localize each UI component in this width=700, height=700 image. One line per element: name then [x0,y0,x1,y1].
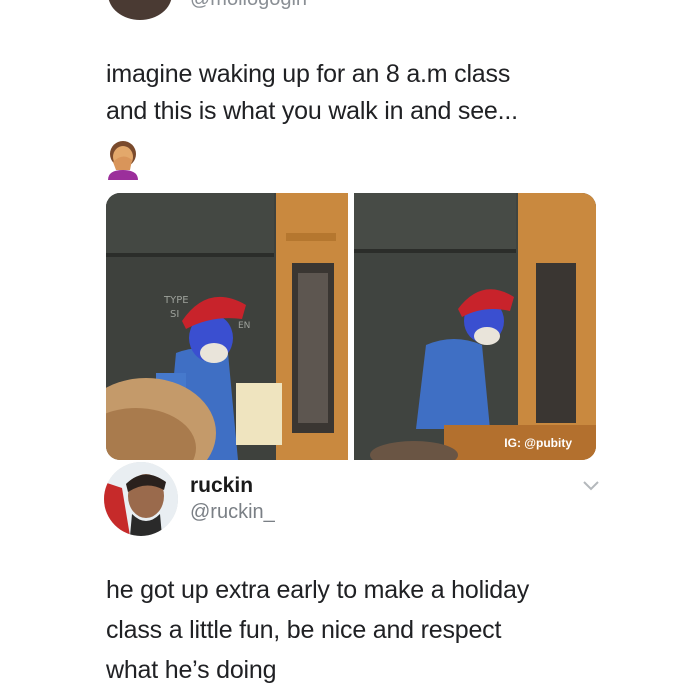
reply-line-2: class a little fun, be nice and respect [106,616,502,644]
tweet-line-2: and this is what you walk in and see... [106,97,518,125]
reply-name[interactable]: ruckin [190,474,253,498]
chevron-down-icon[interactable] [582,480,600,492]
reply-line-3: what he’s doing [106,656,277,684]
top-handle[interactable]: @mollogogin [190,0,307,11]
reply-avatar-image [104,462,178,536]
facepalm-emoji-icon [108,141,138,180]
top-avatar[interactable] [108,0,172,20]
photo-left[interactable]: TYPE SI EN [106,193,348,460]
reply-handle[interactable]: @ruckin_ [190,501,275,524]
board-text-1: TYPE [163,295,189,306]
board-text-2: SI [170,309,179,320]
photo-grid[interactable]: TYPE SI EN IG: @pubity [106,193,596,460]
tweet-line-1: imagine waking up for an 8 a.m class [106,60,511,88]
reply-text: he got up extra early to make a holiday … [106,570,666,690]
reply-line-1: he got up extra early to make a holiday [106,576,530,604]
watermark-text: IG: @pubity [504,436,572,450]
board-text-3: EN [238,321,250,331]
tweet-text: imagine waking up for an 8 a.m class and… [106,56,626,130]
photo-right[interactable]: IG: @pubity [354,193,596,460]
reply-avatar[interactable] [104,462,178,536]
